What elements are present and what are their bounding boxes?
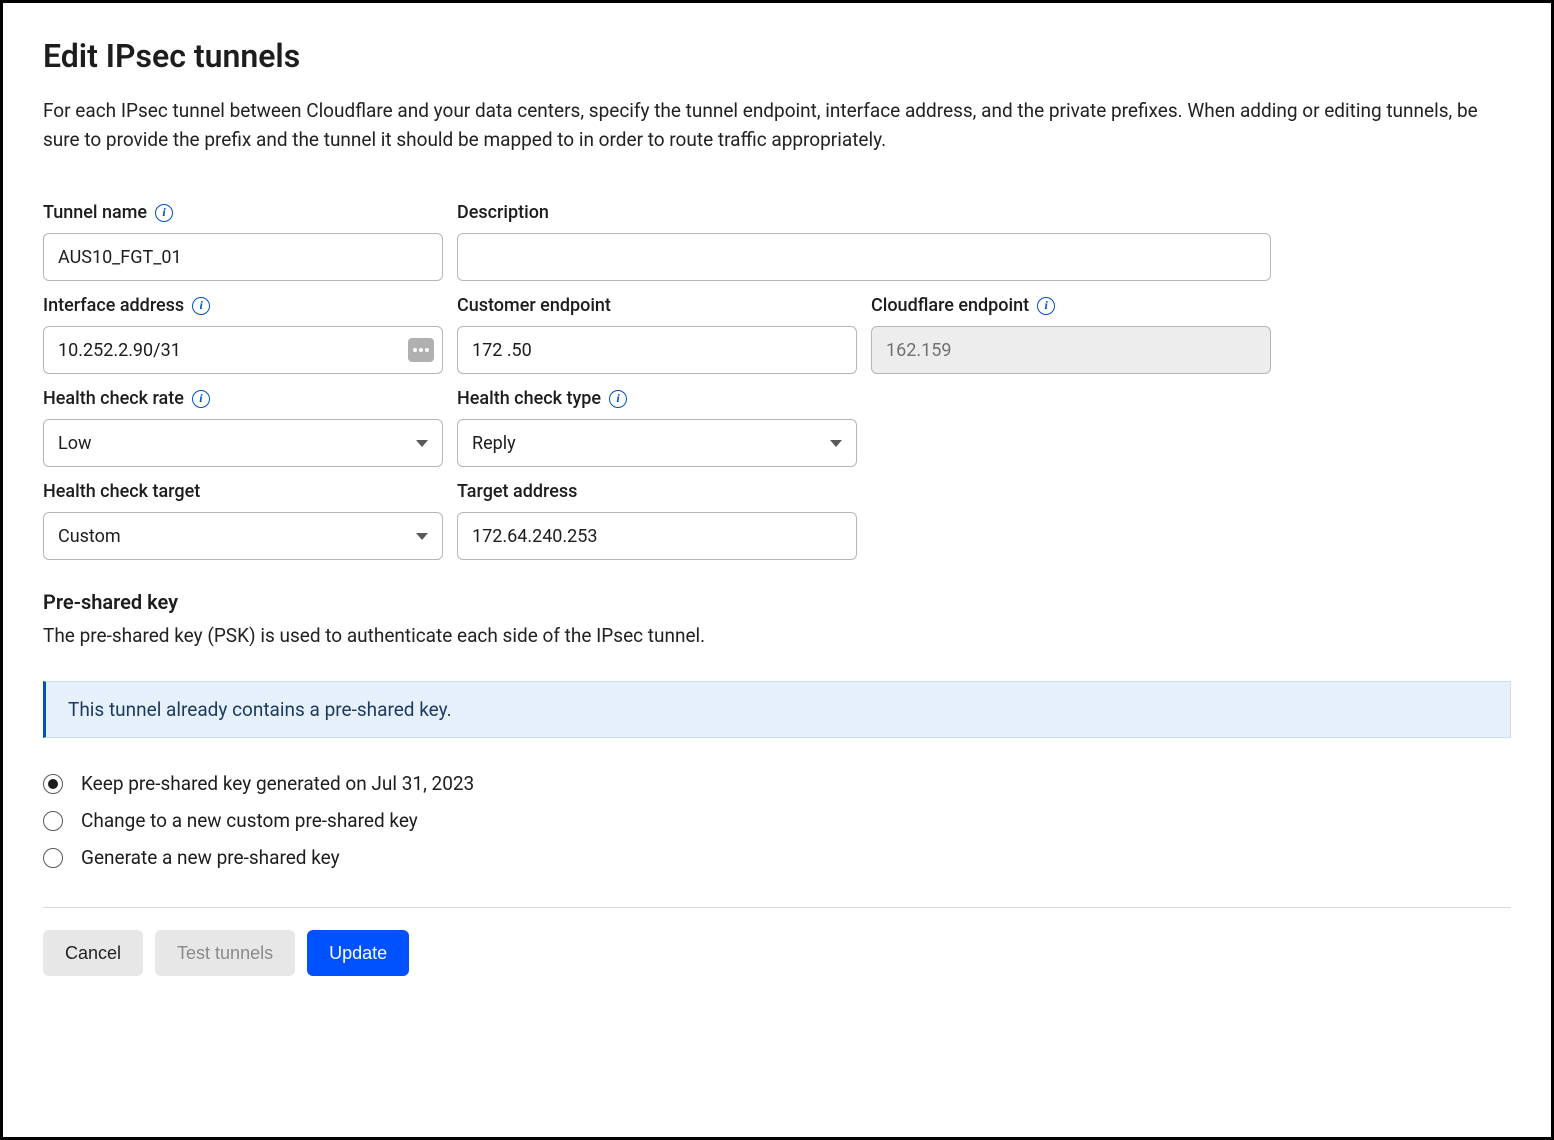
customer-endpoint-input[interactable]: 172 .50 [457,326,857,374]
cloudflare-endpoint-input: 162.159 [871,326,1271,374]
info-icon[interactable]: i [609,390,627,408]
interface-address-label: Interface address [43,295,184,316]
psk-option-keep-label: Keep pre-shared key generated on Jul 31,… [81,772,474,795]
field-health-check-rate: Health check rate i Low [43,388,443,467]
test-tunnels-button[interactable]: Test tunnels [155,930,295,976]
button-row: Cancel Test tunnels Update [43,930,1511,976]
health-check-target-label: Health check target [43,481,200,502]
psk-option-custom[interactable]: Change to a new custom pre-shared key [43,809,1511,832]
radio-icon [43,774,63,794]
tunnel-name-input[interactable]: AUS10_FGT_01 [43,233,443,281]
info-icon[interactable]: i [1037,297,1055,315]
health-check-rate-value: Low [58,433,92,454]
page-description: For each IPsec tunnel between Cloudflare… [43,97,1511,154]
psk-option-generate-label: Generate a new pre-shared key [81,846,340,869]
psk-radio-group: Keep pre-shared key generated on Jul 31,… [43,772,1511,869]
field-description: Description [457,202,1271,281]
info-icon[interactable]: i [155,204,173,222]
cloudflare-endpoint-label: Cloudflare endpoint [871,295,1029,316]
health-check-target-value: Custom [58,526,121,547]
health-check-type-value: Reply [472,433,516,454]
description-input[interactable] [457,233,1271,281]
target-address-label: Target address [457,481,577,502]
psk-option-generate[interactable]: Generate a new pre-shared key [43,846,1511,869]
chevron-down-icon [416,440,428,447]
health-check-type-select[interactable]: Reply [457,419,857,467]
tunnel-name-value: AUS10_FGT_01 [58,247,182,268]
form-grid: Tunnel name i AUS10_FGT_01 Description I… [43,202,1511,560]
customer-endpoint-label: Customer endpoint [457,295,611,316]
interface-address-value: 10.252.2.90/31 [58,340,181,361]
field-tunnel-name: Tunnel name i AUS10_FGT_01 [43,202,443,281]
health-check-type-label: Health check type [457,388,601,409]
radio-icon [43,848,63,868]
field-customer-endpoint: Customer endpoint 172 .50 [457,295,857,374]
health-check-rate-select[interactable]: Low [43,419,443,467]
chevron-down-icon [416,533,428,540]
cloudflare-endpoint-value: 162.159 [886,340,951,361]
psk-option-custom-label: Change to a new custom pre-shared key [81,809,418,832]
interface-address-input[interactable]: 10.252.2.90/31 [43,326,443,374]
target-address-value: 172.64.240.253 [472,526,598,547]
chevron-down-icon [830,440,842,447]
field-cloudflare-endpoint: Cloudflare endpoint i 162.159 [871,295,1271,374]
psk-option-keep[interactable]: Keep pre-shared key generated on Jul 31,… [43,772,1511,795]
field-health-check-type: Health check type i Reply [457,388,857,467]
cancel-button[interactable]: Cancel [43,930,143,976]
health-check-rate-label: Health check rate [43,388,184,409]
target-address-input[interactable]: 172.64.240.253 [457,512,857,560]
divider [43,907,1511,908]
psk-banner: This tunnel already contains a pre-share… [43,681,1511,738]
description-label: Description [457,202,549,223]
page-title: Edit IPsec tunnels [43,37,1511,75]
field-interface-address: Interface address i 10.252.2.90/31 [43,295,443,374]
field-health-check-target: Health check target Custom [43,481,443,560]
more-icon[interactable] [408,338,434,362]
customer-endpoint-value: 172 .50 [472,340,532,361]
info-icon[interactable]: i [192,297,210,315]
health-check-target-select[interactable]: Custom [43,512,443,560]
tunnel-name-label: Tunnel name [43,202,147,223]
field-target-address: Target address 172.64.240.253 [457,481,857,560]
psk-heading: Pre-shared key [43,590,1511,614]
update-button[interactable]: Update [307,930,409,976]
psk-description: The pre-shared key (PSK) is used to auth… [43,624,1511,647]
radio-icon [43,811,63,831]
info-icon[interactable]: i [192,390,210,408]
